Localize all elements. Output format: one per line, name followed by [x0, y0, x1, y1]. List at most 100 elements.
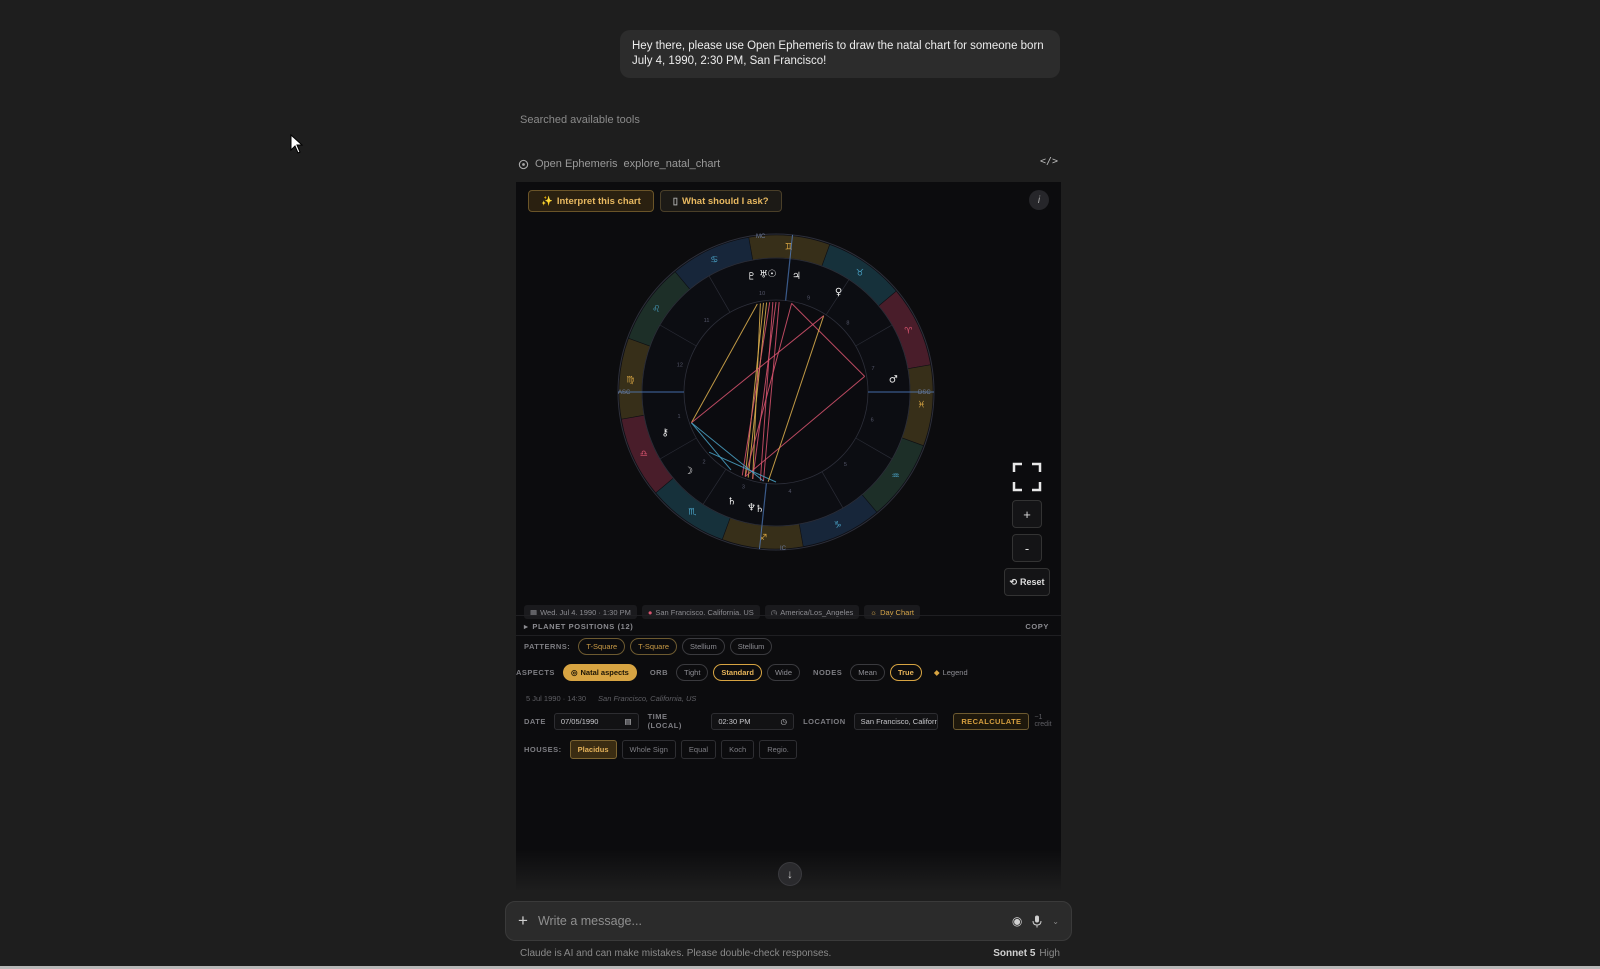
nodes-mean-option[interactable]: Mean [850, 664, 885, 681]
fullscreen-icon[interactable] [1012, 462, 1042, 492]
house-number-label: 10 [759, 291, 765, 297]
zodiac-glyph-icon: ♋ [710, 256, 718, 266]
dsc-label: DSC [918, 390, 931, 396]
planet-glyph-icon: ♂ [889, 375, 898, 386]
planet-glyph-icon: ☽ [684, 466, 693, 477]
arrow-down-icon: ↓ [787, 867, 793, 881]
zoom-in-button[interactable]: + [1012, 500, 1042, 528]
birth-data-form: DATE 07/05/1990 ▤ TIME (LOCAL) 02:30 PM ◷ … [524, 712, 1061, 730]
clock-icon: ◷ [780, 716, 788, 726]
natal-aspects-toggle[interactable]: ◎ Natal aspects [562, 664, 637, 681]
diamond-icon: ◆ [933, 668, 940, 677]
house-system-whole-sign[interactable]: Whole Sign [621, 740, 676, 759]
code-view-icon[interactable]: </> [1040, 156, 1058, 167]
house-number-label: 7 [871, 366, 874, 372]
pattern-chip[interactable]: T-Square [630, 638, 678, 655]
tool-app-name: Open Ephemeris [535, 158, 618, 170]
orb-tight-option[interactable]: Tight [676, 664, 709, 681]
divider [516, 635, 1061, 636]
patterns-label: PATTERNS: [524, 642, 571, 651]
footer: Claude is AI and can make mistakes. Plea… [520, 948, 1060, 959]
subline-date: 5 Jul 1990 · 14:30 [526, 694, 587, 703]
pattern-chip[interactable]: T-Square [578, 638, 626, 655]
time-value: 02:30 PM [718, 716, 751, 726]
copy-button[interactable]: COPY [1025, 622, 1049, 631]
aspects-row: ASPECTS ◎ Natal aspects ORB Tight Standar… [516, 664, 975, 681]
patterns-row: PATTERNS: T-Square T-Square Stellium Ste… [524, 638, 773, 655]
house-system-equal[interactable]: Equal [680, 740, 717, 759]
message-input[interactable]: Write a message... [538, 914, 1002, 928]
chat-page: Hey there, please use Open Ephemeris to … [0, 0, 1600, 969]
date-label: DATE [524, 716, 546, 726]
wheel-inner-ring [683, 299, 869, 485]
planet-glyph-icon: ♀ [835, 287, 842, 298]
message-composer[interactable]: + Write a message... ◉ ⌄ [505, 901, 1072, 941]
record-icon[interactable]: ◉ [1012, 914, 1022, 928]
house-number-label: 2 [703, 459, 706, 465]
lightbulb-icon: ▯ [672, 195, 679, 207]
house-systems-row: HOUSES: Placidus Whole Sign Equal Koch R… [524, 740, 797, 759]
zoom-controls: + - ⟲ Reset [1004, 462, 1050, 596]
nodes-true-option[interactable]: True [889, 664, 922, 681]
legend-label: Legend [942, 668, 968, 677]
house-number-label: 6 [871, 418, 874, 424]
caret-right-icon: ▸ [524, 621, 529, 631]
location-input[interactable]: San Francisco, Californ [853, 712, 939, 730]
recalc-subline: 5 Jul 1990 · 14:30 San Francisco, Califo… [526, 694, 696, 703]
microphone-icon[interactable] [1032, 915, 1042, 928]
ic-label: IC [780, 546, 787, 552]
natal-chart-widget: ✨ Interpret this chart ▯ What should I a… [516, 182, 1061, 892]
aspects-label: ASPECTS [516, 668, 555, 677]
user-message-bubble: Hey there, please use Open Ephemeris to … [620, 30, 1060, 78]
add-attachment-button[interactable]: + [518, 911, 528, 931]
what-should-i-ask-button[interactable]: ▯ What should I ask? [659, 190, 782, 212]
planet-glyph-icon: ⚷ [661, 427, 668, 438]
meta-date-chip: ▦ Wed, Jul 4, 1990 · 1:30 PM [524, 605, 637, 619]
planet-glyph-icon: ♄ [727, 496, 736, 507]
target-icon: ◎ [570, 668, 578, 677]
nodes-label: NODES [813, 668, 843, 677]
pattern-chip[interactable]: Stellium [729, 638, 773, 655]
orb-standard-option[interactable]: Standard [713, 664, 762, 681]
house-number-label: 5 [844, 462, 847, 468]
house-number-label: 11 [704, 318, 710, 324]
model-selector[interactable]: Sonnet 5 High [993, 948, 1060, 959]
scroll-down-button[interactable]: ↓ [778, 862, 802, 886]
house-system-regio[interactable]: Regio. [759, 740, 797, 759]
reset-zoom-button[interactable]: ⟲ Reset [1004, 568, 1050, 596]
date-value: 07/05/1990 [560, 716, 599, 726]
location-label: LOCATION [803, 716, 846, 726]
natal-chart-wheel[interactable]: ♈♉♊♋♌♍♎♏♐♑♒♓123456789101112♇ ♅ ☉ ♃♀♂♆ ♄☽⚷♄ A… [616, 232, 936, 552]
zodiac-glyph-icon: ♓ [917, 401, 925, 411]
recalculate-button[interactable]: RECALCULATE [953, 712, 1030, 730]
time-input[interactable]: 02:30 PM ◷ [711, 712, 795, 730]
what-should-i-ask-label: What should I ask? [682, 195, 769, 207]
planet-glyph-icon: ♇ [747, 272, 756, 283]
legend-toggle[interactable]: ◆ Legend [927, 664, 975, 681]
chart-meta-row: ▦ Wed, Jul 4, 1990 · 1:30 PM ● San Francis… [524, 605, 920, 619]
sparkle-icon: ✨ [541, 195, 553, 207]
orb-wide-option[interactable]: Wide [766, 664, 801, 681]
mc-label: MC [756, 234, 766, 240]
house-system-placidus[interactable]: Placidus [569, 740, 617, 759]
effort-level: High [1039, 948, 1060, 959]
meta-chart-type-chip: ☼ Day Chart [864, 605, 920, 619]
tool-call-header[interactable]: Open Ephemeris explore_natal_chart </> [518, 156, 1060, 172]
houses-label: HOUSES: [524, 745, 562, 754]
orb-label: ORB [649, 668, 669, 677]
house-number-label: 12 [677, 362, 683, 368]
pattern-chip[interactable]: Stellium [682, 638, 725, 655]
disclaimer-text: Claude is AI and can make mistakes. Plea… [520, 948, 832, 959]
planet-positions-toggle[interactable]: ▸ PLANET POSITIONS (12) COPY [524, 619, 1049, 633]
zodiac-glyph-icon: ♒ [892, 472, 900, 482]
zoom-out-button[interactable]: - [1012, 534, 1042, 562]
reset-label: Reset [1020, 577, 1045, 587]
chevron-down-icon[interactable]: ⌄ [1052, 917, 1059, 926]
tool-function-name: explore_natal_chart [623, 158, 721, 170]
planet-glyph-icon: ☉ [767, 269, 776, 280]
tools-status[interactable]: Searched available tools [520, 114, 640, 126]
info-button[interactable]: i [1029, 190, 1049, 210]
house-system-koch[interactable]: Koch [721, 740, 755, 759]
interpret-chart-button[interactable]: ✨ Interpret this chart [528, 190, 654, 212]
date-input[interactable]: 07/05/1990 ▤ [553, 712, 639, 730]
